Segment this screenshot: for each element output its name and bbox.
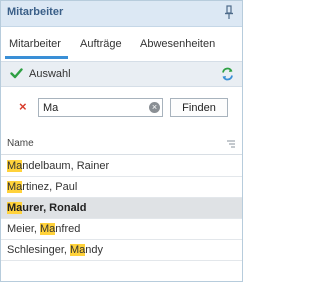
active-tab-indicator: [5, 56, 68, 59]
table-row[interactable]: Martinez, Paul: [1, 177, 242, 198]
table-row[interactable]: Meier, Manfred: [1, 219, 242, 240]
tab-auftraege[interactable]: Aufträge: [80, 38, 122, 50]
column-header-name[interactable]: Name: [7, 138, 34, 149]
panel-title: Mitarbeiter: [7, 6, 64, 18]
search-input[interactable]: [38, 98, 163, 117]
row-name: Martinez, Paul: [7, 181, 78, 193]
column-header[interactable]: Name: [1, 133, 242, 155]
row-name: Maurer, Ronald: [7, 202, 87, 214]
row-name: Mandelbaum, Rainer: [7, 160, 110, 172]
sort-icon[interactable]: [226, 140, 236, 148]
selection-toolbar: Auswahl: [1, 61, 242, 87]
toolbar-label: Auswahl: [29, 68, 71, 80]
search-row: × × Finden: [1, 88, 242, 128]
find-button[interactable]: Finden: [170, 98, 228, 117]
match-highlight: Ma: [40, 223, 56, 235]
table-row[interactable]: Schlesinger, Mandy: [1, 240, 242, 261]
employee-list: Mandelbaum, Rainer Martinez, Paul Maurer…: [1, 156, 242, 261]
input-clear-icon[interactable]: ×: [149, 102, 160, 113]
table-row[interactable]: Mandelbaum, Rainer: [1, 156, 242, 177]
tab-abwesenheiten[interactable]: Abwesenheiten: [140, 38, 215, 50]
refresh-icon[interactable]: [221, 67, 234, 81]
mitarbeiter-panel: Mitarbeiter Mitarbeiter Aufträge Abwesen…: [0, 0, 243, 282]
row-name: Schlesinger, Mandy: [7, 244, 104, 256]
tab-bar: Mitarbeiter Aufträge Abwesenheiten: [1, 27, 242, 59]
row-name: Meier, Manfred: [7, 223, 81, 235]
table-row-selected[interactable]: Maurer, Ronald: [1, 198, 242, 219]
checkmark-icon[interactable]: [10, 67, 23, 80]
clear-filter-icon[interactable]: ×: [19, 100, 29, 114]
match-highlight: Ma: [7, 181, 23, 193]
match-highlight: Ma: [69, 244, 86, 256]
match-highlight: Ma: [7, 202, 23, 214]
match-highlight: Ma: [7, 160, 23, 172]
pin-icon[interactable]: [223, 5, 235, 21]
panel-titlebar: Mitarbeiter: [1, 1, 242, 27]
